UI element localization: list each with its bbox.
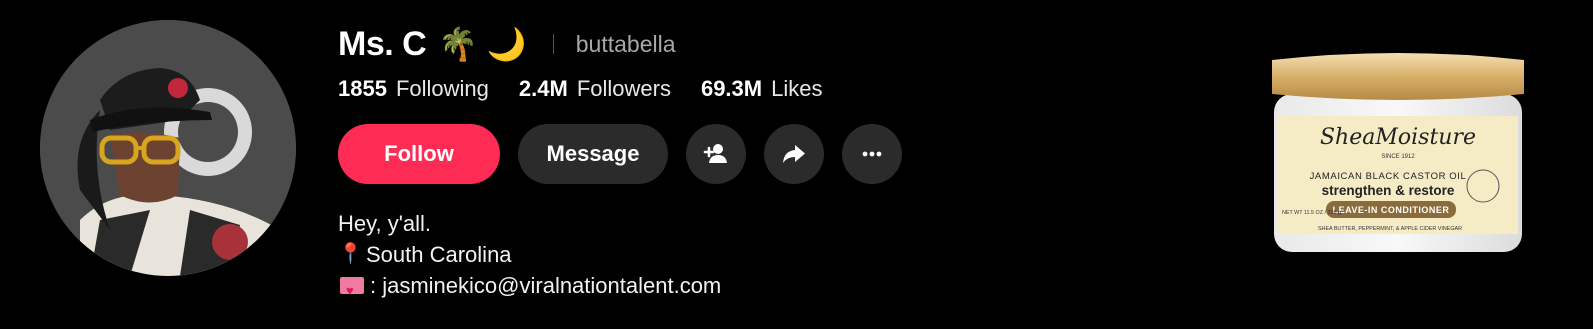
avatar-image — [40, 20, 296, 276]
stat-label: Following — [395, 76, 489, 101]
name-row: Ms. C 🌴 🌙 buttabella — [338, 22, 902, 66]
follow-button[interactable]: Follow — [338, 124, 500, 184]
more-icon — [862, 151, 882, 157]
svg-text:SheaMoisture: SheaMoisture — [1320, 125, 1476, 150]
profile-stats: 1855 Following 2.4M Followers 69.3M Like… — [338, 76, 902, 102]
stat-value: 1855 — [338, 76, 387, 101]
stat-value: 69.3M — [700, 76, 763, 101]
svg-text:strengthen & restore: strengthen & restore — [1322, 183, 1455, 198]
add-friend-button[interactable] — [686, 124, 746, 184]
bio-email-text: : jasminekico@viralnationtalent.com — [370, 273, 722, 298]
svg-text:SHEA BUTTER, PEPPERMINT, & APP: SHEA BUTTER, PEPPERMINT, & APPLE CIDER V… — [1318, 226, 1462, 232]
svg-text:LEAVE-IN CONDITIONER: LEAVE-IN CONDITIONER — [1333, 205, 1450, 215]
bio-email: : jasminekico@viralnationtalent.com — [338, 270, 902, 306]
stat-likes: 69.3M Likes — [701, 76, 823, 102]
product-jar: SheaMoisture SINCE 1912 JAMAICAN BLACK C… — [1272, 53, 1524, 252]
action-bar: Follow Message — [338, 124, 902, 184]
profile-info: Ms. C 🌴 🌙 buttabella 1855 Following 2.4M… — [338, 22, 902, 306]
more-button[interactable] — [842, 124, 902, 184]
username-handle: buttabella — [575, 30, 676, 57]
divider — [552, 34, 554, 54]
bio: Hey, y'all. 📍 South Carolina : jasmineki… — [338, 208, 902, 306]
svg-text:NET WT 11.5 OZ / 326 g: NET WT 11.5 OZ / 326 g — [1282, 210, 1341, 216]
share-icon — [783, 145, 805, 163]
message-button[interactable]: Message — [518, 124, 668, 184]
stat-value: 2.4M — [518, 76, 568, 101]
svg-text:SINCE 1912: SINCE 1912 — [1381, 154, 1415, 160]
bio-line: Hey, y'all. — [338, 211, 432, 236]
name-emojis: 🌴 🌙 — [438, 26, 527, 62]
svg-text:JAMAICAN BLACK CASTOR OIL: JAMAICAN BLACK CASTOR OIL — [1310, 171, 1467, 182]
display-name: Ms. C — [338, 24, 427, 63]
avatar[interactable] — [40, 20, 296, 276]
stat-label: Followers — [576, 76, 671, 101]
product-image[interactable]: SheaMoisture SINCE 1912 JAMAICAN BLACK C… — [1268, 46, 1528, 261]
share-button[interactable] — [764, 124, 824, 184]
add-friend-icon — [703, 144, 727, 163]
location-pin-icon: 📍 — [338, 243, 363, 265]
bio-location-text: South Carolina — [366, 242, 512, 267]
stat-following[interactable]: 1855 Following — [338, 76, 489, 102]
bio-location: 📍 South Carolina — [338, 239, 902, 270]
stat-label: Likes — [771, 76, 823, 101]
stat-followers[interactable]: 2.4M Followers — [519, 76, 671, 102]
envelope-icon — [340, 275, 364, 306]
